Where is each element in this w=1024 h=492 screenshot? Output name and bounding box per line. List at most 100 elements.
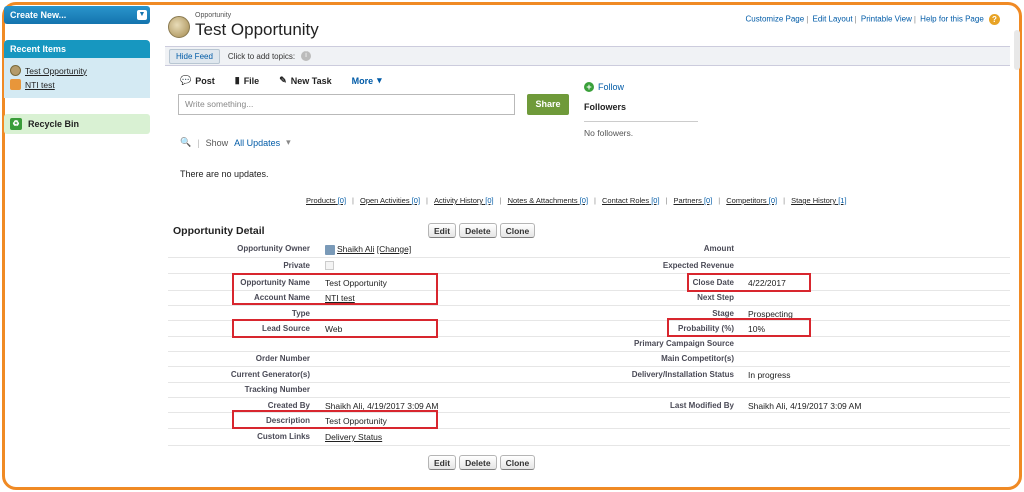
private-label: Private (283, 261, 310, 270)
related-list-links: Products [0] | Open Activities [0] | Activ… (306, 196, 847, 205)
last-modified-user-link[interactable]: Shaikh Ali (748, 401, 785, 411)
related-link-products[interactable]: Products [0] (306, 196, 346, 205)
object-type: Opportunity (195, 12, 232, 19)
tab-more[interactable]: More ▾ (352, 75, 382, 86)
next-step-label: Next Step (697, 293, 734, 302)
delivery-status-link[interactable]: Delivery Status (325, 432, 382, 442)
recycle-bin-label: Recycle Bin (28, 119, 80, 129)
tab-new-task-label: New Task (290, 75, 332, 86)
tab-file-label: File (243, 75, 260, 86)
related-link-stage-history[interactable]: Stage History [1] (791, 196, 846, 205)
hide-feed-button[interactable]: Hide Feed (169, 48, 220, 64)
related-link-competitors[interactable]: Competitors [0] (726, 196, 777, 205)
share-button[interactable]: Share (527, 94, 569, 115)
create-new-button[interactable]: Create New... ▼ (4, 6, 150, 24)
recent-item-opportunity[interactable]: Test Opportunity (10, 65, 144, 76)
opportunity-owner-label: Opportunity Owner (237, 244, 310, 253)
followers-title: Followers (584, 102, 627, 112)
created-by-label: Created By (267, 401, 310, 410)
chat-icon: 💬 (180, 75, 192, 85)
delivery-status-label: Delivery/Installation Status (631, 370, 734, 379)
custom-links-label: Custom Links (257, 432, 310, 441)
file-icon: ▮ (234, 75, 240, 85)
search-icon[interactable]: 🔍 (180, 137, 191, 148)
pencil-icon: ✎ (279, 75, 287, 85)
divider (168, 366, 1010, 367)
delete-button[interactable]: Delete (459, 455, 497, 470)
last-modified-value: Shaikh Ali, 4/19/2017 3:09 AM (748, 401, 861, 411)
recycle-bin-link[interactable]: ♻ Recycle Bin (4, 114, 150, 134)
tab-file[interactable]: ▮ File (235, 75, 259, 86)
customize-page-link[interactable]: Customize Page (746, 15, 805, 24)
recent-items-title: Recent Items (4, 40, 150, 58)
printable-view-link[interactable]: Printable View (861, 15, 912, 24)
post-input[interactable]: Write something... (178, 94, 515, 115)
related-link-partners[interactable]: Partners [0] (674, 196, 713, 205)
lead-icon (10, 79, 21, 90)
header-links: Customize Page | Edit Layout | Printable V… (746, 14, 1000, 25)
owner-link[interactable]: Shaikh Ali (337, 244, 374, 254)
chevron-down-icon[interactable]: ▾ (286, 137, 291, 148)
related-link-open-activities[interactable]: Open Activities [0] (360, 196, 420, 205)
related-link-notes[interactable]: Notes & Attachments [0] (508, 196, 588, 205)
page-title: Test Opportunity (195, 20, 319, 39)
recycle-bin-icon: ♻ (10, 118, 22, 130)
delete-button[interactable]: Delete (459, 223, 497, 238)
tab-post[interactable]: 💬 Post (180, 75, 215, 86)
recent-item-label[interactable]: NTI test (25, 80, 55, 90)
scrollbar[interactable] (1014, 30, 1020, 70)
help-link[interactable]: Help for this Page (920, 15, 984, 24)
divider (584, 121, 698, 122)
create-new-label: Create New... (10, 10, 67, 20)
related-link-activity-history[interactable]: Activity History [0] (434, 196, 494, 205)
tab-post-label: Post (195, 75, 215, 86)
change-owner-link[interactable]: [Change] (377, 244, 412, 254)
divider: | (197, 137, 200, 148)
last-modified-label: Last Modified By (669, 401, 734, 410)
tab-new-task[interactable]: ✎ New Task (279, 75, 331, 86)
primary-campaign-label: Primary Campaign Source (633, 339, 734, 348)
recent-item-label[interactable]: Test Opportunity (25, 66, 87, 76)
no-updates-text: There are no updates. (180, 169, 269, 179)
type-label: Type (291, 309, 310, 318)
highlight-box (687, 273, 811, 292)
chevron-down-icon: ▾ (377, 75, 382, 85)
clone-button[interactable]: Clone (499, 455, 536, 470)
highlight-box (232, 319, 438, 338)
help-icon[interactable]: ? (989, 14, 1000, 25)
opportunity-icon (10, 65, 21, 76)
opportunity-owner-value: Shaikh Ali [Change] (325, 244, 411, 255)
plus-icon: + (584, 82, 594, 92)
follow-link[interactable]: + Follow (584, 82, 624, 92)
edit-layout-link[interactable]: Edit Layout (813, 15, 853, 24)
divider (168, 445, 1010, 446)
feed-filter: 🔍 | Show All Updates ▾ (180, 137, 291, 148)
current-generators-label: Current Generator(s) (230, 370, 310, 379)
related-link-contact-roles[interactable]: Contact Roles [0] (602, 196, 660, 205)
detail-section-title: Opportunity Detail (173, 225, 265, 237)
expected-revenue-label: Expected Revenue (662, 261, 734, 270)
amount-label: Amount (703, 244, 734, 253)
show-filter-select[interactable]: All Updates (234, 138, 280, 148)
last-modified-date: , 4/19/2017 3:09 AM (785, 401, 862, 411)
highlight-box (667, 318, 811, 337)
no-followers-text: No followers. (584, 128, 634, 138)
add-topics-link[interactable]: Click to add topics: (228, 52, 295, 61)
show-label: Show (205, 137, 229, 148)
sidebar: Create New... ▼ Recent Items Test Opport… (4, 6, 150, 134)
order-number-label: Order Number (255, 354, 310, 363)
user-icon (325, 244, 335, 255)
edit-button[interactable]: Edit (428, 455, 457, 470)
edit-button[interactable]: Edit (428, 223, 457, 238)
chevron-down-icon: ▼ (137, 10, 147, 20)
divider (168, 397, 1010, 398)
detail-buttons-top: Edit Delete Clone (428, 223, 536, 238)
divider (168, 382, 1010, 383)
highlight-box (232, 410, 438, 429)
delivery-status-value: In progress (748, 370, 791, 380)
detail-buttons-bottom: Edit Delete Clone (428, 455, 536, 470)
recent-items-box: Recent Items Test Opportunity NTI test (4, 40, 150, 98)
clone-button[interactable]: Clone (499, 223, 536, 238)
highlight-box (232, 273, 438, 305)
recent-item-lead[interactable]: NTI test (10, 79, 144, 90)
